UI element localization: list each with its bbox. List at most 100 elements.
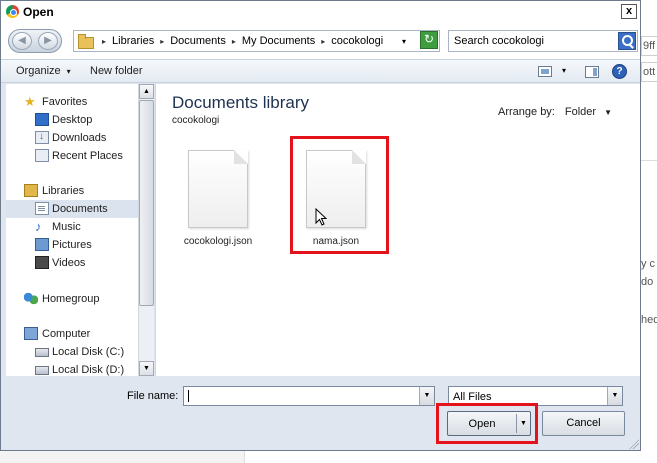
breadcrumb-cocokologi[interactable]: cocokologi (331, 35, 383, 47)
desktop-icon (35, 113, 49, 126)
title-bar[interactable]: Open x (1, 1, 640, 23)
sidebar-item-downloads[interactable]: Downloads (6, 129, 138, 147)
address-dropdown[interactable]: ▾ (402, 37, 406, 46)
scroll-up-button[interactable]: ▲ (139, 84, 154, 99)
search-icon[interactable] (618, 32, 636, 50)
file-name: cocokologi.json (183, 236, 253, 247)
sidebar-item-local-disk-c[interactable]: Local Disk (C:) (6, 343, 138, 361)
arrange-label: Arrange by: (498, 106, 555, 118)
open-dialog: Open x ◀ ▶ ▸ Libraries ▸ Documents ▸ My … (0, 0, 641, 451)
sidebar-item-label: Local Disk (C:) (52, 346, 125, 358)
navigation-buttons: ◀ ▶ (8, 29, 62, 53)
recent-places-icon (35, 149, 49, 162)
sidebar-item-label: Recent Places (52, 150, 123, 162)
downloads-icon (35, 131, 49, 144)
pictures-icon (35, 238, 49, 251)
sidebar-item-music[interactable]: ♪ Music (6, 218, 138, 236)
breadcrumb-my-documents[interactable]: My Documents (242, 35, 315, 47)
navigation-scrollbar[interactable]: ▲ ▼ (138, 84, 154, 376)
scroll-thumb[interactable] (139, 100, 154, 306)
sidebar-item-label: Music (52, 221, 81, 233)
text-caret (188, 390, 189, 402)
sidebar-item-computer[interactable]: Computer (6, 325, 138, 343)
breadcrumb-separator[interactable]: ▸ (160, 37, 164, 46)
breadcrumb-separator[interactable]: ▸ (321, 37, 325, 46)
library-subtitle: cocokologi (172, 115, 220, 126)
sidebar-item-label: Documents (52, 203, 108, 215)
breadcrumb-libraries[interactable]: Libraries (112, 35, 154, 47)
breadcrumb: ▸ Libraries ▸ Documents ▸ My Documents ▸… (96, 35, 383, 47)
file-type-select[interactable]: All Files ▼ (448, 386, 623, 406)
back-button[interactable]: ◀ (12, 32, 32, 50)
organize-button[interactable]: Organize ▾ (16, 65, 71, 77)
arrange-by[interactable]: Arrange by: Folder ▼ (498, 106, 612, 118)
refresh-button[interactable]: ↻ (420, 31, 438, 49)
preview-pane-icon[interactable] (585, 66, 599, 78)
disk-icon (35, 366, 49, 375)
sidebar-item-label: Favorites (42, 96, 88, 108)
disk-icon (35, 348, 49, 357)
new-folder-button[interactable]: New folder (90, 65, 143, 77)
documents-icon (35, 202, 49, 215)
chevron-down-icon: ▾ (66, 67, 71, 76)
window-title: Open (23, 5, 54, 19)
file-name: nama.json (312, 236, 360, 247)
arrange-value[interactable]: Folder (565, 106, 596, 118)
sidebar-item-label: Homegroup (42, 293, 100, 305)
music-icon: ♪ (35, 219, 42, 234)
navigation-pane: ★ Favorites Desktop Downloads Recent Pla… (6, 84, 138, 376)
search-box[interactable]: Search cocokologi (448, 30, 638, 52)
breadcrumb-separator[interactable]: ▸ (102, 37, 106, 46)
sidebar-item-label: Videos (52, 257, 86, 269)
sidebar-item-label: Downloads (52, 132, 107, 144)
background-text: y c (641, 258, 656, 270)
background-text: ott (643, 66, 656, 78)
file-name-label: File name: (127, 390, 179, 402)
homegroup-icon (24, 292, 38, 305)
open-split-dropdown[interactable]: ▼ (516, 414, 530, 433)
chevron-down-icon[interactable]: ▼ (604, 108, 612, 117)
sidebar-item-recent-places[interactable]: Recent Places (6, 147, 138, 165)
breadcrumb-documents[interactable]: Documents (170, 35, 226, 47)
file-name-field[interactable]: ▼ (183, 386, 435, 406)
sidebar-item-pictures[interactable]: Pictures (6, 236, 138, 254)
star-icon: ★ (24, 94, 36, 109)
videos-icon (35, 256, 49, 269)
command-bar: Organize ▾ New folder ▾ ? (1, 59, 640, 83)
organize-label: Organize (16, 65, 61, 77)
sidebar-item-favorites[interactable]: ★ Favorites (6, 93, 138, 111)
mouse-pointer-icon (315, 208, 327, 226)
help-icon[interactable]: ? (612, 64, 627, 79)
address-row: ◀ ▶ ▸ Libraries ▸ Documents ▸ My Documen… (1, 23, 640, 59)
change-view-icon[interactable] (538, 66, 552, 77)
background-text: hed (641, 314, 657, 326)
open-button-label[interactable]: Open (448, 418, 516, 430)
chrome-icon (6, 5, 19, 18)
sidebar-item-label: Pictures (52, 239, 92, 251)
file-name-dropdown[interactable]: ▼ (419, 387, 434, 405)
resize-grip[interactable] (628, 438, 639, 449)
open-button[interactable]: Open ▼ (447, 411, 531, 436)
sidebar-item-label: Computer (42, 328, 91, 340)
file-type-dropdown[interactable]: ▼ (607, 387, 622, 405)
sidebar-item-homegroup[interactable]: Homegroup (6, 290, 138, 308)
search-input[interactable]: Search cocokologi (454, 35, 544, 47)
file-list-pane: Documents library cocokologi Arrange by:… (155, 84, 640, 376)
folder-icon (78, 34, 94, 49)
libraries-icon (24, 184, 38, 197)
sidebar-item-desktop[interactable]: Desktop (6, 111, 138, 129)
address-bar[interactable]: ▸ Libraries ▸ Documents ▸ My Documents ▸… (73, 30, 440, 52)
view-dropdown[interactable]: ▾ (562, 66, 566, 75)
breadcrumb-separator[interactable]: ▸ (232, 37, 236, 46)
background-divider (641, 160, 657, 161)
forward-button[interactable]: ▶ (38, 32, 58, 50)
sidebar-item-label: Libraries (42, 185, 85, 197)
scroll-down-button[interactable]: ▼ (139, 361, 154, 376)
sidebar-item-label: Desktop (52, 114, 93, 126)
sidebar-item-documents[interactable]: Documents (6, 200, 138, 218)
background-text: 9ff (643, 40, 656, 52)
cancel-button[interactable]: Cancel (542, 411, 625, 436)
close-button[interactable]: x (621, 4, 637, 19)
sidebar-item-libraries[interactable]: Libraries (6, 182, 138, 200)
sidebar-item-videos[interactable]: Videos (6, 254, 138, 272)
